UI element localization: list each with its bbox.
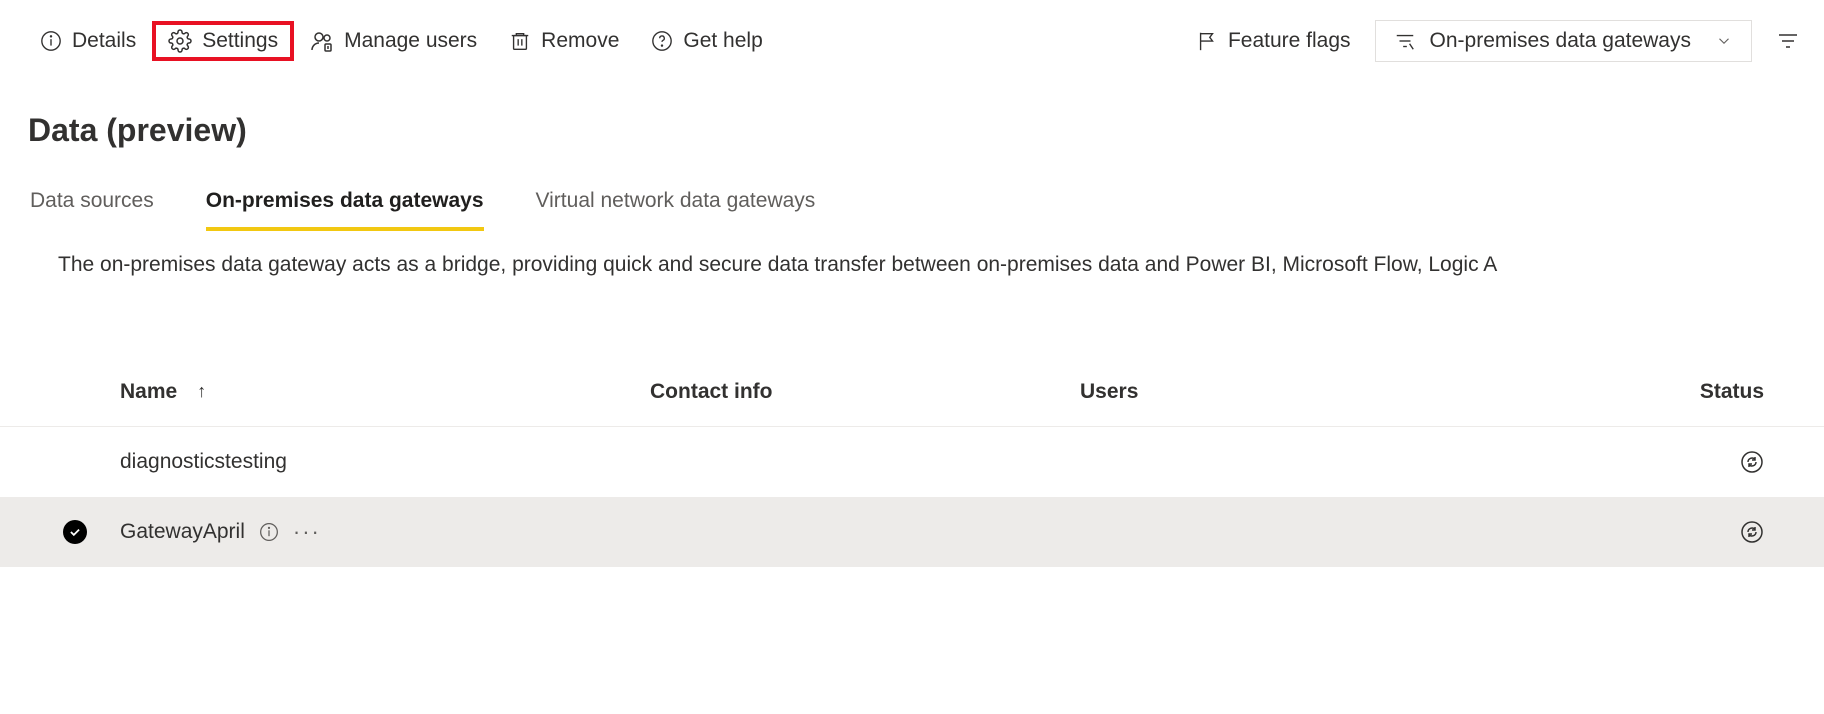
- filter-dropdown-label: On-premises data gateways: [1430, 29, 1691, 53]
- sort-ascending-icon: ↑: [197, 381, 206, 402]
- feature-flags-button[interactable]: Feature flags: [1180, 21, 1351, 61]
- tab-virtual-network-gateways[interactable]: Virtual network data gateways: [536, 189, 816, 231]
- table-row[interactable]: GatewayApril ···: [0, 497, 1824, 567]
- info-icon[interactable]: [259, 522, 279, 542]
- header-name-label: Name: [120, 380, 177, 404]
- people-icon: [310, 29, 334, 53]
- header-contact[interactable]: Contact info: [650, 380, 1080, 404]
- header-users[interactable]: Users: [1080, 380, 1460, 404]
- remove-button[interactable]: Remove: [493, 21, 635, 61]
- gateway-status[interactable]: [1460, 450, 1794, 474]
- table-row[interactable]: diagnosticstesting: [0, 427, 1824, 497]
- trash-icon: [509, 30, 531, 52]
- remove-label: Remove: [541, 29, 619, 53]
- gateways-table: Name ↑ Contact info Users Status diagnos…: [0, 357, 1824, 567]
- tab-description: The on-premises data gateway acts as a b…: [0, 231, 1824, 277]
- details-label: Details: [72, 29, 136, 53]
- toolbar-left: Details Settings Manage users: [24, 21, 779, 61]
- selected-check-icon: [63, 520, 87, 544]
- manage-users-button[interactable]: Manage users: [294, 21, 493, 61]
- settings-button[interactable]: Settings: [152, 21, 294, 61]
- details-button[interactable]: Details: [24, 21, 152, 61]
- settings-label: Settings: [202, 29, 278, 53]
- flag-icon: [1196, 30, 1218, 52]
- info-icon: [40, 30, 62, 52]
- refresh-icon: [1740, 450, 1764, 474]
- get-help-button[interactable]: Get help: [635, 21, 778, 61]
- refresh-icon: [1740, 520, 1764, 544]
- get-help-label: Get help: [683, 29, 762, 53]
- gateway-name: diagnosticstesting: [120, 450, 287, 474]
- more-actions-button[interactable]: ···: [293, 519, 321, 545]
- feature-flags-label: Feature flags: [1228, 29, 1351, 53]
- help-icon: [651, 30, 673, 52]
- gateway-status[interactable]: [1460, 520, 1794, 544]
- filter-icon: [1394, 30, 1416, 52]
- row-select[interactable]: [30, 520, 120, 544]
- toolbar: Details Settings Manage users: [0, 0, 1824, 82]
- gateway-name: GatewayApril: [120, 520, 245, 544]
- header-name[interactable]: Name ↑: [120, 380, 650, 404]
- chevron-down-icon: [1715, 32, 1733, 50]
- header-status[interactable]: Status: [1460, 380, 1794, 404]
- page-title: Data (preview): [0, 82, 1824, 159]
- tab-on-premises-gateways[interactable]: On-premises data gateways: [206, 189, 484, 231]
- toolbar-right: Feature flags On-premises data gateways: [1180, 20, 1800, 62]
- table-header-row: Name ↑ Contact info Users Status: [0, 357, 1824, 427]
- tab-data-sources[interactable]: Data sources: [30, 189, 154, 231]
- gear-icon: [168, 29, 192, 53]
- filter-settings-icon[interactable]: [1776, 29, 1800, 53]
- tabs: Data sources On-premises data gateways V…: [0, 159, 1824, 231]
- manage-users-label: Manage users: [344, 29, 477, 53]
- filter-dropdown[interactable]: On-premises data gateways: [1375, 20, 1752, 62]
